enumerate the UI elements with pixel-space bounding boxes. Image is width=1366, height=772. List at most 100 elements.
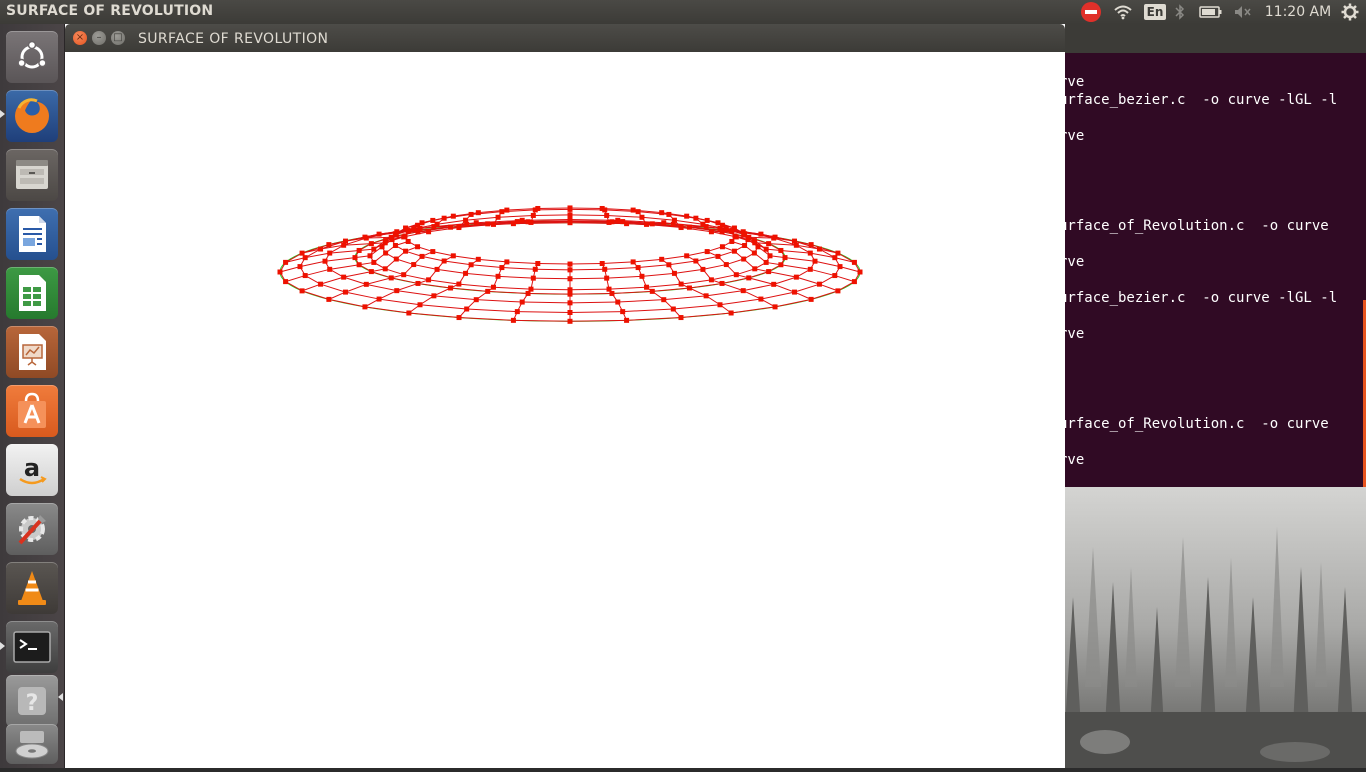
launcher-firefox-button[interactable] [6, 90, 58, 142]
mesh-ring-edge [664, 296, 706, 300]
control-point [364, 282, 369, 287]
mesh-meridian-edge [819, 284, 837, 291]
mesh-meridian-edge [769, 272, 797, 278]
control-point [716, 254, 721, 259]
launcher-terminal-button[interactable] [6, 621, 58, 673]
control-point [752, 266, 757, 271]
control-point [659, 210, 664, 215]
control-point [380, 244, 385, 249]
launcher-unknown-app-button[interactable]: ? [6, 675, 58, 727]
control-point [303, 273, 308, 278]
control-point [326, 297, 331, 302]
mesh-ring-edge [570, 264, 602, 265]
control-point [704, 293, 709, 298]
mesh-ring-edge [414, 265, 437, 270]
control-point [485, 289, 490, 294]
window-titlebar[interactable]: × – □ SURFACE OF REVOLUTION [65, 24, 1065, 52]
mesh-ring-edge [451, 288, 488, 291]
launcher-files-button[interactable] [6, 149, 58, 201]
battery-icon[interactable] [1197, 0, 1225, 24]
mesh-meridian-edge [749, 278, 774, 284]
control-point [411, 262, 416, 267]
mesh-ring-edge [652, 288, 689, 291]
firefox-icon [10, 94, 54, 138]
control-point [693, 216, 698, 221]
launcher-dvd-button[interactable] [6, 724, 58, 764]
window-close-button[interactable]: × [73, 31, 87, 45]
mesh-ring-edge [385, 269, 403, 275]
control-point [323, 259, 328, 264]
mesh-ring-edge [570, 278, 607, 279]
launcher-vlc-button[interactable] [6, 562, 58, 614]
control-point [679, 282, 684, 287]
control-point [568, 287, 573, 292]
window-maximize-button[interactable]: □ [111, 31, 125, 45]
launcher-software-center-button[interactable] [6, 385, 58, 437]
mesh-meridian-edge [305, 269, 330, 275]
mesh-ring-edge [391, 278, 418, 284]
surface-of-revolution-window[interactable]: × – □ SURFACE OF REVOLUTION [65, 24, 1065, 768]
control-point [369, 241, 374, 246]
control-point [666, 212, 671, 217]
control-point [417, 302, 422, 307]
control-point [368, 253, 373, 258]
control-point [620, 309, 625, 314]
mesh-ring-edge [775, 299, 811, 306]
mesh-ring-edge [533, 215, 570, 216]
mesh-ring-edge [570, 302, 618, 303]
volume-muted-icon[interactable] [1232, 0, 1254, 24]
control-point [362, 304, 367, 309]
wifi-icon[interactable] [1111, 0, 1135, 24]
terminal-titlebar[interactable] [1065, 24, 1366, 53]
control-point [415, 281, 420, 286]
control-point [771, 282, 776, 287]
control-point [636, 265, 641, 270]
control-point [835, 251, 840, 256]
mesh-ring-edge [794, 284, 819, 292]
mesh-ring-edge [669, 261, 696, 265]
keyboard-language-indicator[interactable]: En [1144, 0, 1166, 24]
control-point [607, 220, 612, 225]
mesh-ring-edge [673, 305, 720, 309]
surface-mesh[interactable] [65, 52, 1065, 768]
opengl-canvas[interactable] [65, 52, 1065, 768]
no-entry-icon[interactable] [1079, 0, 1103, 24]
mesh-ring-edge [642, 217, 675, 220]
control-point [476, 257, 481, 262]
mesh-ring-edge [533, 278, 570, 279]
terminal-window[interactable]: rve urface_bezier.c -o curve -lGL -l rve… [1065, 24, 1366, 487]
control-point [435, 267, 440, 272]
session-gear-icon[interactable] [1338, 0, 1362, 24]
control-point [303, 255, 308, 260]
control-point [659, 257, 664, 262]
mesh-ring-edge [731, 307, 775, 313]
control-point [431, 293, 436, 298]
mesh-ring-edge [517, 312, 570, 313]
launcher-amazon-button[interactable]: a [6, 444, 58, 496]
launcher-writer-button[interactable] [6, 208, 58, 260]
control-point [353, 255, 358, 260]
mesh-ring-edge [434, 296, 476, 300]
launcher-dash-button[interactable] [6, 31, 58, 83]
control-point [442, 216, 447, 221]
control-point [520, 218, 525, 223]
mesh-ring-edge [749, 272, 769, 278]
mesh-ring-edge [761, 292, 795, 299]
mesh-meridian-edge [286, 276, 306, 282]
control-point [636, 209, 641, 214]
launcher-settings-button[interactable] [6, 503, 58, 555]
clock[interactable]: 11:20 AM [1262, 0, 1334, 24]
launcher-calc-button[interactable] [6, 267, 58, 319]
mesh-ring-edge [420, 305, 467, 309]
launcher-impress-button[interactable] [6, 326, 58, 378]
control-point [318, 247, 323, 252]
mesh-ring-edge [498, 215, 533, 217]
control-point [457, 315, 462, 320]
terminal-icon [12, 630, 52, 664]
bluetooth-icon[interactable] [1171, 0, 1189, 24]
mesh-ring-edge [429, 280, 459, 284]
control-point [415, 223, 420, 228]
control-point [768, 253, 773, 258]
window-minimize-button[interactable]: – [92, 31, 106, 45]
mesh-ring-edge [609, 287, 647, 289]
